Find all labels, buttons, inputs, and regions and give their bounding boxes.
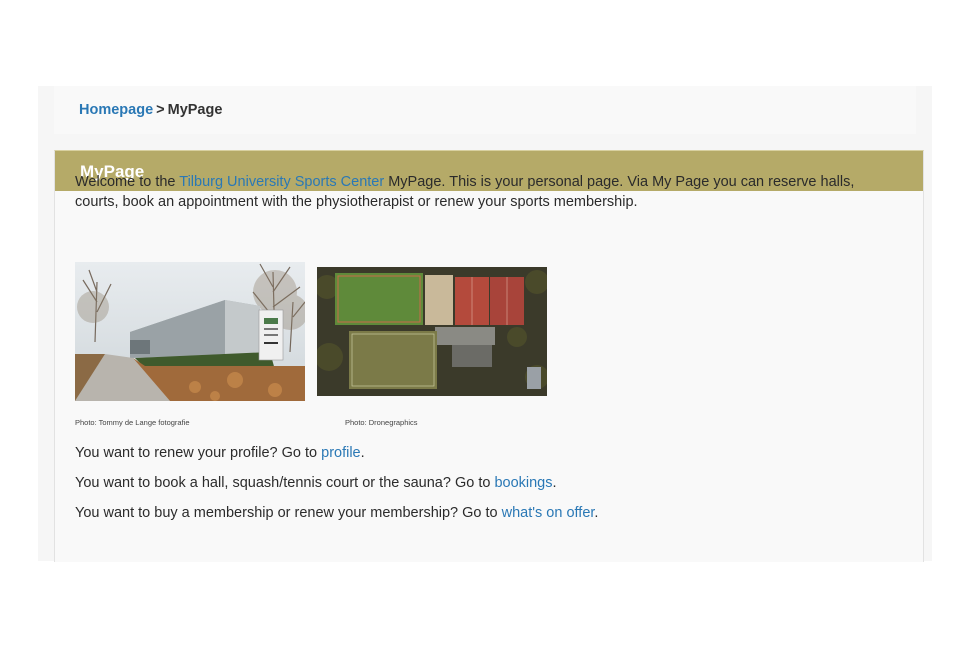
bookings-link[interactable]: bookings [494, 475, 552, 491]
photo-caption-1: Photo: Tommy de Lange fotografie [75, 418, 190, 427]
breadcrumb-current: MyPage [167, 102, 223, 118]
profile-link[interactable]: profile [321, 445, 361, 461]
membership-line-text: You want to buy a membership or renew yo… [75, 505, 502, 521]
whats-on-offer-link[interactable]: what's on offer [502, 505, 595, 521]
aerial-fields-photo-image [317, 267, 547, 396]
breadcrumb-bar: Homepage > MyPage [54, 86, 916, 134]
membership-line-end: . [594, 505, 599, 521]
page-container: Homepage > MyPage MyPage Welcome to the Ti… [38, 86, 932, 562]
intro-text: Welcome to the Tilburg University Sports… [75, 172, 895, 212]
bookings-line-text: You want to book a hall, squash/tennis c… [75, 475, 495, 491]
breadcrumb-home-link[interactable]: Homepage [79, 102, 153, 118]
intro-text-before: Welcome to the [75, 174, 180, 190]
profile-line: You want to renew your profile? Go to pr… [75, 443, 365, 463]
sports-center-photo-image [75, 262, 305, 401]
bookings-line: You want to book a hall, squash/tennis c… [75, 473, 557, 493]
mypage-panel: MyPage Welcome to the Tilburg University… [54, 150, 924, 562]
bookings-line-end: . [552, 475, 557, 491]
sports-center-link[interactable]: Tilburg University Sports Center [179, 174, 384, 190]
breadcrumb-separator: > [156, 102, 165, 118]
profile-line-end: . [360, 445, 365, 461]
profile-line-text: You want to renew your profile? Go to [75, 445, 322, 461]
photo-caption-2: Photo: Dronegraphics [345, 418, 418, 427]
breadcrumb: Homepage > MyPage [79, 102, 222, 118]
membership-line: You want to buy a membership or renew yo… [75, 503, 598, 523]
sports-center-photo [75, 262, 305, 401]
aerial-fields-photo [317, 267, 547, 396]
